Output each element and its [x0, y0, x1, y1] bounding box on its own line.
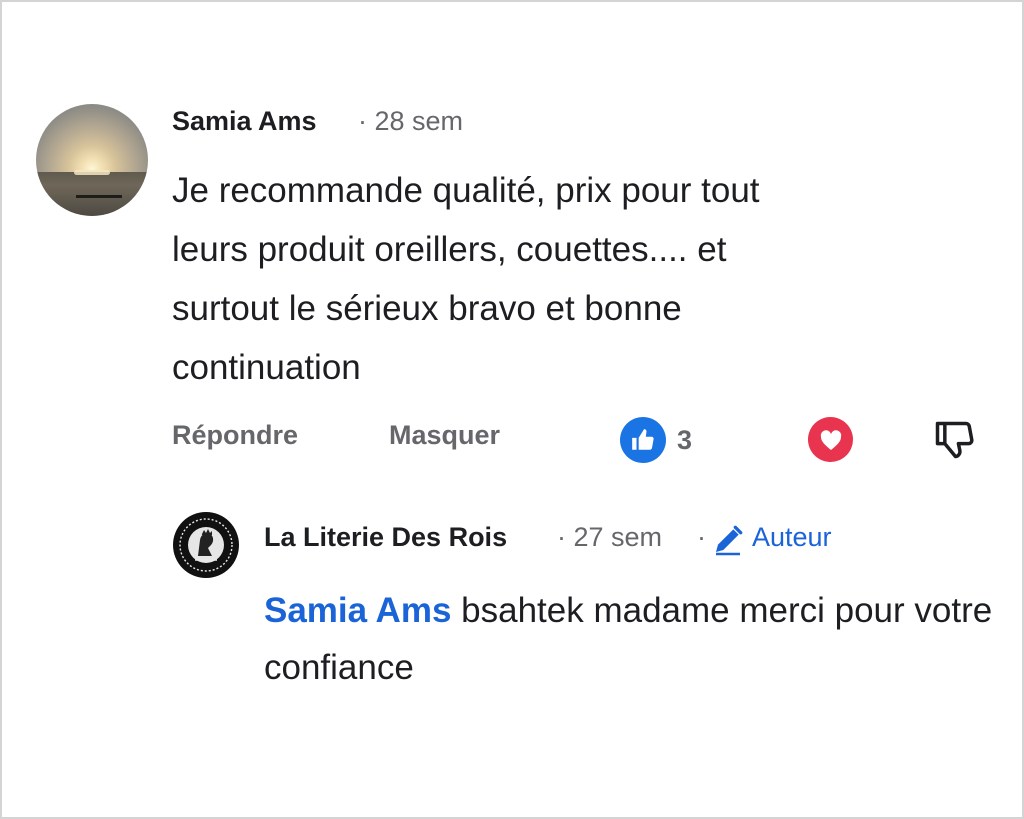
comment-body: Je recommande qualité, prix pour tout le…: [172, 171, 760, 387]
commenter-avatar[interactable]: [36, 104, 148, 216]
page-name[interactable]: La Literie Des Rois: [264, 522, 507, 553]
avatar-sea: [36, 172, 148, 216]
reply-body: Samia Ams bsahtek madame merci pour votr…: [264, 582, 1004, 696]
thumbs-up-icon[interactable]: [620, 417, 666, 463]
author-badge: Auteur: [752, 522, 832, 552]
reply-button[interactable]: Répondre: [172, 420, 298, 451]
avatar-pier: [76, 195, 122, 198]
commenter-name[interactable]: Samia Ams: [172, 106, 317, 137]
heart-icon[interactable]: [808, 417, 853, 462]
hide-button[interactable]: Masquer: [389, 420, 500, 451]
comment-timestamp[interactable]: · 28 sem: [358, 106, 463, 137]
mention-link[interactable]: Samia Ams: [264, 591, 451, 630]
avatar-sun-reflection: [74, 170, 110, 175]
like-count[interactable]: 3: [677, 425, 692, 456]
comment-card: Samia Ams · 28 sem Je recommande qualité…: [0, 0, 1024, 819]
pencil-icon: [716, 525, 743, 556]
page-avatar[interactable]: [173, 512, 239, 578]
thumbs-down-icon[interactable]: [932, 418, 976, 462]
page-logo-icon: [174, 513, 238, 577]
reply-timestamp[interactable]: · 27 sem: [557, 522, 662, 553]
meta-separator: ·: [697, 522, 706, 552]
